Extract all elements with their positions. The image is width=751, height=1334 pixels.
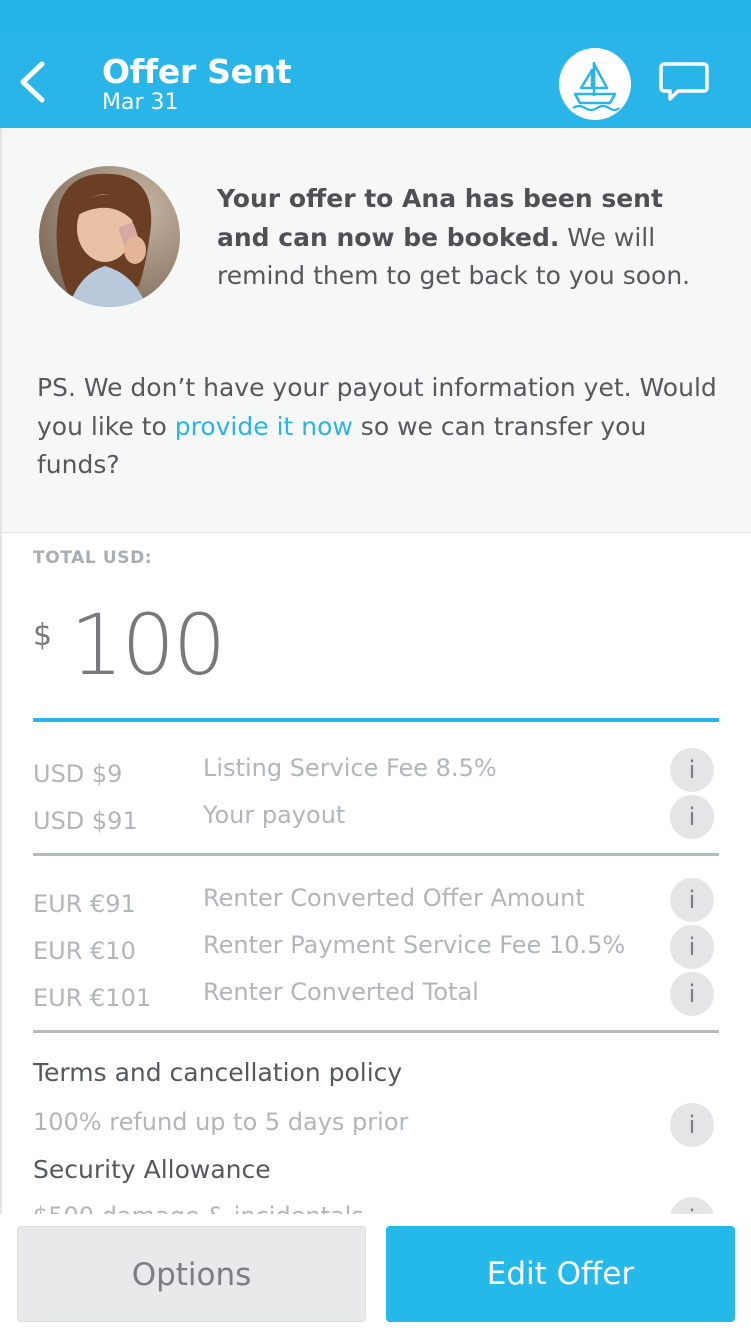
terms-info-icon[interactable]: i (670, 1103, 714, 1147)
provide-payout-link[interactable]: provide it now (175, 412, 353, 441)
section-divider (33, 853, 719, 856)
fee-row: EUR €101 Renter Converted Total (0, 974, 751, 1020)
payment-fee-info-icon[interactable]: i (670, 925, 714, 969)
fee-row: USD $91 Your payout (0, 797, 751, 843)
listing-fee-info-icon[interactable]: i (670, 748, 714, 792)
currency-symbol: $ (33, 618, 53, 653)
back-button[interactable] (14, 60, 54, 104)
payout-info-notice: PS. We don’t have your payout informatio… (37, 369, 717, 485)
fee-row: USD $9 Listing Service Fee 8.5% (0, 750, 751, 796)
fee-row-label: Renter Payment Service Fee 10.5% (203, 931, 626, 959)
fee-row-amount: EUR €101 (33, 984, 152, 1012)
chat-bubble-icon (659, 62, 709, 101)
fee-row-label: Renter Converted Offer Amount (203, 884, 585, 912)
fee-row-amount: USD $9 (33, 760, 123, 788)
top-app-bar: Offer Sent Mar 31 (0, 32, 751, 128)
fee-row-label: Listing Service Fee 8.5% (203, 754, 497, 782)
fee-row: EUR €91 Renter Converted Offer Amount (0, 880, 751, 926)
terms-title: Terms and cancellation policy (33, 1058, 403, 1087)
converted-amount-info-icon[interactable]: i (670, 878, 714, 922)
section-divider (33, 1030, 719, 1033)
status-bar (0, 0, 751, 32)
page-subtitle-date: Mar 31 (102, 90, 179, 115)
messages-button[interactable] (658, 60, 710, 104)
fee-row-amount: EUR €10 (33, 937, 136, 965)
security-allowance-title: Security Allowance (33, 1155, 271, 1184)
total-amount: 100 (70, 596, 226, 694)
fee-row-amount: USD $91 (33, 807, 138, 835)
fee-row: EUR €10 Renter Payment Service Fee 10.5% (0, 927, 751, 973)
offer-sent-message: Your offer to Ana has been sent and can … (217, 180, 717, 296)
total-label: TOTAL USD: (33, 548, 153, 568)
listing-button[interactable] (559, 48, 631, 120)
options-button[interactable]: Options (17, 1226, 366, 1322)
page-title: Offer Sent (102, 52, 292, 91)
fee-row-label: Your payout (203, 801, 346, 829)
avatar (39, 166, 180, 307)
edit-offer-button[interactable]: Edit Offer (386, 1226, 735, 1322)
payout-info-icon[interactable]: i (670, 795, 714, 839)
chevron-left-icon (20, 61, 45, 103)
sailboat-icon (572, 62, 620, 112)
terms-value: 100% refund up to 5 days prior (33, 1108, 409, 1136)
fee-row-amount: EUR €91 (33, 890, 136, 918)
converted-total-info-icon[interactable]: i (670, 972, 714, 1016)
fee-row-label: Renter Converted Total (203, 978, 479, 1006)
total-divider (33, 718, 719, 722)
